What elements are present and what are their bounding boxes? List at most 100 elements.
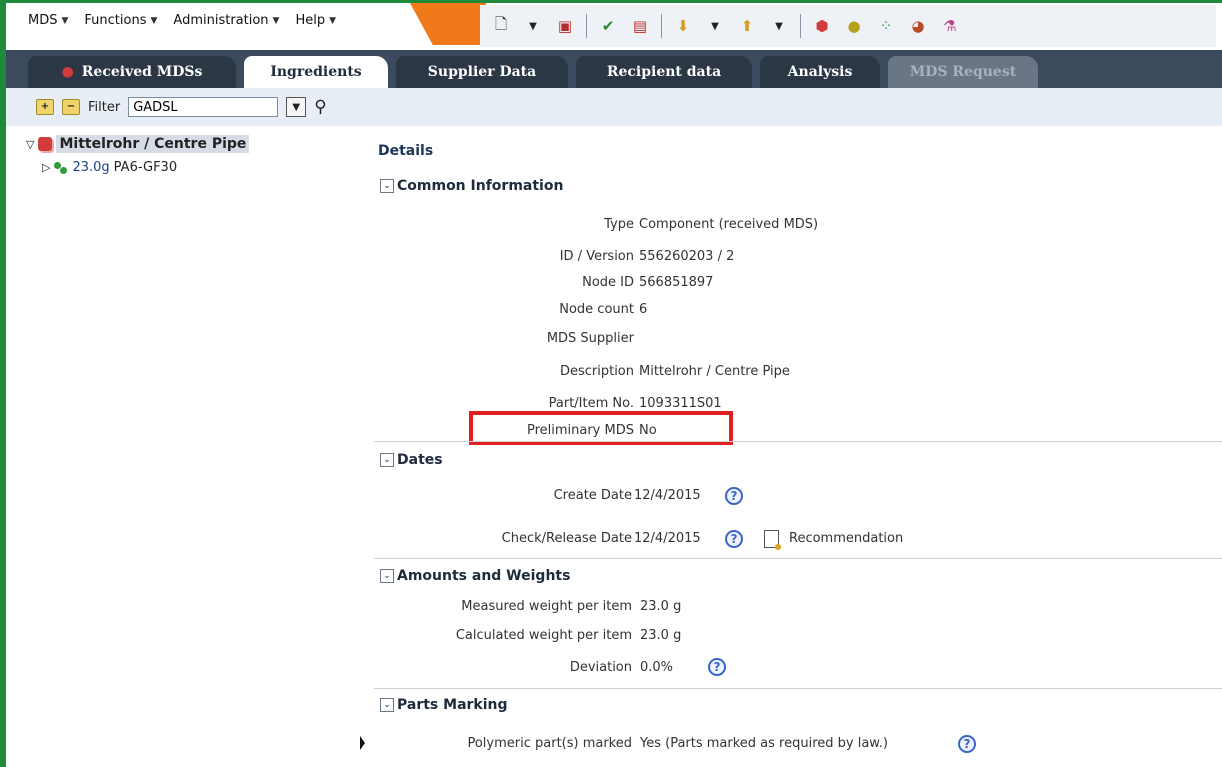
- component-icon: [38, 137, 53, 151]
- tab-label: Analysis: [787, 64, 853, 80]
- chevron-down-icon[interactable]: ⌄: [380, 569, 394, 583]
- component-icon[interactable]: ⬢: [811, 15, 833, 37]
- caret-down-icon: ▼: [329, 15, 337, 26]
- tab-analysis[interactable]: Analysis: [760, 56, 880, 88]
- dropdown-icon[interactable]: ▼: [768, 15, 790, 37]
- details-pane: Details ⌄ Common Information Type Compon…: [368, 88, 1222, 767]
- details-header-bar: [368, 88, 1222, 126]
- filter-label: Filter: [88, 99, 121, 115]
- node-id-label: Node ID: [582, 275, 634, 290]
- tree-node-child[interactable]: ▷ 23.0g PA6-GF30: [42, 160, 177, 175]
- deviation-label: Deviation: [569, 660, 632, 675]
- semi-component-icon[interactable]: ●: [843, 15, 865, 37]
- polymeric-marked-label: Polymeric part(s) marked: [467, 736, 632, 751]
- tree-node-weight: 23.0g: [72, 160, 110, 175]
- section-divider: [374, 688, 1222, 689]
- section-amounts-weights[interactable]: ⌄ Amounts and Weights: [380, 568, 570, 584]
- tab-ingredients[interactable]: Ingredients: [244, 56, 388, 88]
- tree-pane: + − Filter ▼ ⚲ ▽ Mittelrohr / Centre Pip…: [6, 88, 369, 767]
- section-divider: [374, 441, 1222, 442]
- menu-mds[interactable]: MDS ▼: [28, 13, 68, 28]
- expand-all-icon[interactable]: +: [36, 99, 54, 115]
- measured-weight-label: Measured weight per item: [461, 599, 632, 614]
- pdf-icon[interactable]: ▤: [629, 15, 651, 37]
- id-version-label: ID / Version: [559, 249, 634, 264]
- filter-input[interactable]: [128, 97, 279, 117]
- section-heading: Common Information: [397, 178, 564, 194]
- menu-help[interactable]: Help ▼: [295, 13, 336, 28]
- tab-recipient-data[interactable]: Recipient data: [576, 56, 752, 88]
- dropdown-icon[interactable]: ▼: [522, 15, 544, 37]
- section-heading: Amounts and Weights: [397, 568, 571, 584]
- create-date-value: 12/4/2015: [634, 488, 701, 503]
- caret-down-icon: ▼: [61, 15, 69, 26]
- collapsed-triangle-icon[interactable]: ▷: [42, 161, 50, 174]
- deviation-value: 0.0%: [640, 660, 674, 675]
- recommendation-document-icon[interactable]: [764, 530, 781, 550]
- section-parts-marking[interactable]: ⌄ Parts Marking: [380, 697, 508, 713]
- highlight-box: [469, 411, 733, 445]
- material-icon: [54, 161, 68, 174]
- tab-bar: ● Received MDSs Ingredients Supplier Data…: [6, 50, 1222, 88]
- chevron-down-icon[interactable]: ⌄: [380, 179, 394, 193]
- id-version-value: 556260203 / 2: [639, 249, 735, 264]
- help-icon[interactable]: ?: [725, 530, 743, 548]
- tab-label: Supplier Data: [427, 64, 537, 80]
- tab-label: Recipient data: [606, 64, 722, 80]
- save-icon[interactable]: ▣: [554, 15, 576, 37]
- basic-substance-icon[interactable]: ◕: [907, 15, 929, 37]
- menu-mds-label: MDS: [28, 13, 58, 28]
- toolbar-separator: [586, 14, 587, 38]
- details-title: Details: [378, 143, 434, 159]
- tree-node-root[interactable]: ▽ Mittelrohr / Centre Pipe: [26, 135, 250, 153]
- flask-icon[interactable]: ⚗: [939, 15, 961, 37]
- check-document-icon[interactable]: ✔: [597, 15, 619, 37]
- tree-node-label: PA6-GF30: [113, 160, 178, 175]
- polymeric-marked-value: Yes (Parts marked as required by law.): [640, 736, 888, 751]
- node-count-value: 6: [639, 302, 648, 317]
- search-icon[interactable]: ⚲: [314, 97, 326, 117]
- calculated-weight-label: Calculated weight per item: [455, 628, 632, 643]
- tab-label: Ingredients: [270, 64, 362, 80]
- collapse-all-icon[interactable]: −: [62, 99, 80, 115]
- dropdown-icon[interactable]: ▼: [704, 15, 726, 37]
- new-document-icon[interactable]: 🗋: [490, 15, 512, 37]
- chevron-down-icon: ▼: [292, 101, 301, 113]
- check-release-date-value: 12/4/2015: [634, 531, 701, 546]
- upload-icon[interactable]: ⬆: [736, 15, 758, 37]
- section-common-information[interactable]: ⌄ Common Information: [380, 178, 563, 194]
- part-item-no-value: 1093311S01: [639, 396, 722, 411]
- material-icon[interactable]: ⁘: [875, 15, 897, 37]
- section-dates[interactable]: ⌄ Dates: [380, 452, 443, 468]
- tab-supplier-data[interactable]: Supplier Data: [396, 56, 568, 88]
- caret-down-icon: ▼: [272, 15, 280, 26]
- recommendation-link[interactable]: Recommendation: [789, 531, 903, 546]
- expanded-triangle-icon[interactable]: ▽: [26, 138, 34, 151]
- filter-bar: + − Filter ▼ ⚲: [6, 88, 368, 126]
- chevron-down-icon[interactable]: ⌄: [380, 453, 394, 467]
- filter-dropdown-button[interactable]: ▼: [286, 97, 307, 117]
- caret-down-icon: ▼: [150, 15, 158, 26]
- pane-collapse-handle[interactable]: [360, 736, 365, 750]
- description-label: Description: [559, 364, 634, 379]
- help-icon[interactable]: ?: [708, 658, 726, 676]
- help-icon[interactable]: ?: [958, 735, 976, 753]
- type-value: Component (received MDS): [639, 217, 819, 232]
- check-release-date-label: Check/Release Date: [501, 531, 632, 546]
- tab-label: Received MDSs: [81, 64, 203, 80]
- measured-weight-value: 23.0 g: [640, 599, 682, 614]
- download-icon[interactable]: ⬇: [672, 15, 694, 37]
- toolbar-separator: [800, 14, 801, 38]
- node-id-value: 566851897: [639, 275, 714, 290]
- section-divider: [374, 558, 1222, 559]
- menu-administration[interactable]: Administration ▼: [173, 13, 279, 28]
- description-value: Mittelrohr / Centre Pipe: [639, 364, 790, 379]
- menu-functions-label: Functions: [84, 13, 147, 28]
- menu-functions[interactable]: Functions ▼: [84, 13, 157, 28]
- menu-help-label: Help: [295, 13, 326, 28]
- help-icon[interactable]: ?: [725, 487, 743, 505]
- chevron-down-icon[interactable]: ⌄: [380, 698, 394, 712]
- tab-received-mdss[interactable]: ● Received MDSs: [28, 56, 236, 88]
- tab-label: MDS Request: [909, 64, 1017, 80]
- tree-node-label: Mittelrohr / Centre Pipe: [56, 135, 250, 153]
